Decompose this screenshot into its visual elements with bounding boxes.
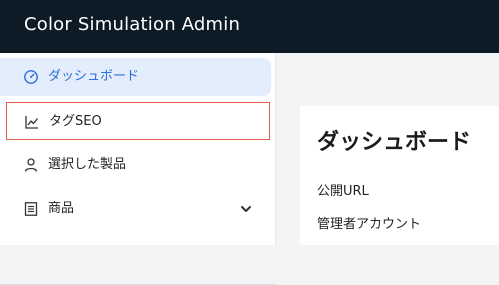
sidebar-item-selected-products[interactable]: 選択した製品 — [0, 146, 271, 184]
dashboard-gauge-icon — [24, 70, 38, 84]
chevron-down-icon[interactable] — [239, 202, 253, 216]
sidebar: ダッシュボード タグSEO 選択した製品 商品 — [0, 53, 276, 285]
field-label-admin-account: 管理者アカウント — [317, 217, 422, 232]
field-label-public-url: 公開URL — [317, 184, 369, 199]
top-app-bar: Color Simulation Admin — [0, 0, 499, 53]
sidebar-item-dashboard[interactable]: ダッシュボード — [0, 58, 271, 96]
sidebar-item-label: ダッシュボード — [48, 69, 140, 84]
dashboard-card: ダッシュボード 公開URL 管理者アカウント — [300, 106, 499, 245]
sidebar-item-label: 商品 — [48, 201, 75, 216]
list-box-icon — [24, 202, 38, 216]
sidebar-item-label: 選択した製品 — [48, 157, 127, 172]
person-icon — [24, 158, 38, 172]
line-chart-icon — [25, 116, 39, 129]
sidebar-item-tag-seo[interactable]: タグSEO — [6, 102, 270, 140]
app-title: Color Simulation Admin — [24, 14, 241, 35]
sidebar-item-products[interactable]: 商品 — [0, 190, 271, 228]
page-title: ダッシュボード — [317, 130, 472, 155]
sidebar-item-label: タグSEO — [49, 114, 102, 129]
